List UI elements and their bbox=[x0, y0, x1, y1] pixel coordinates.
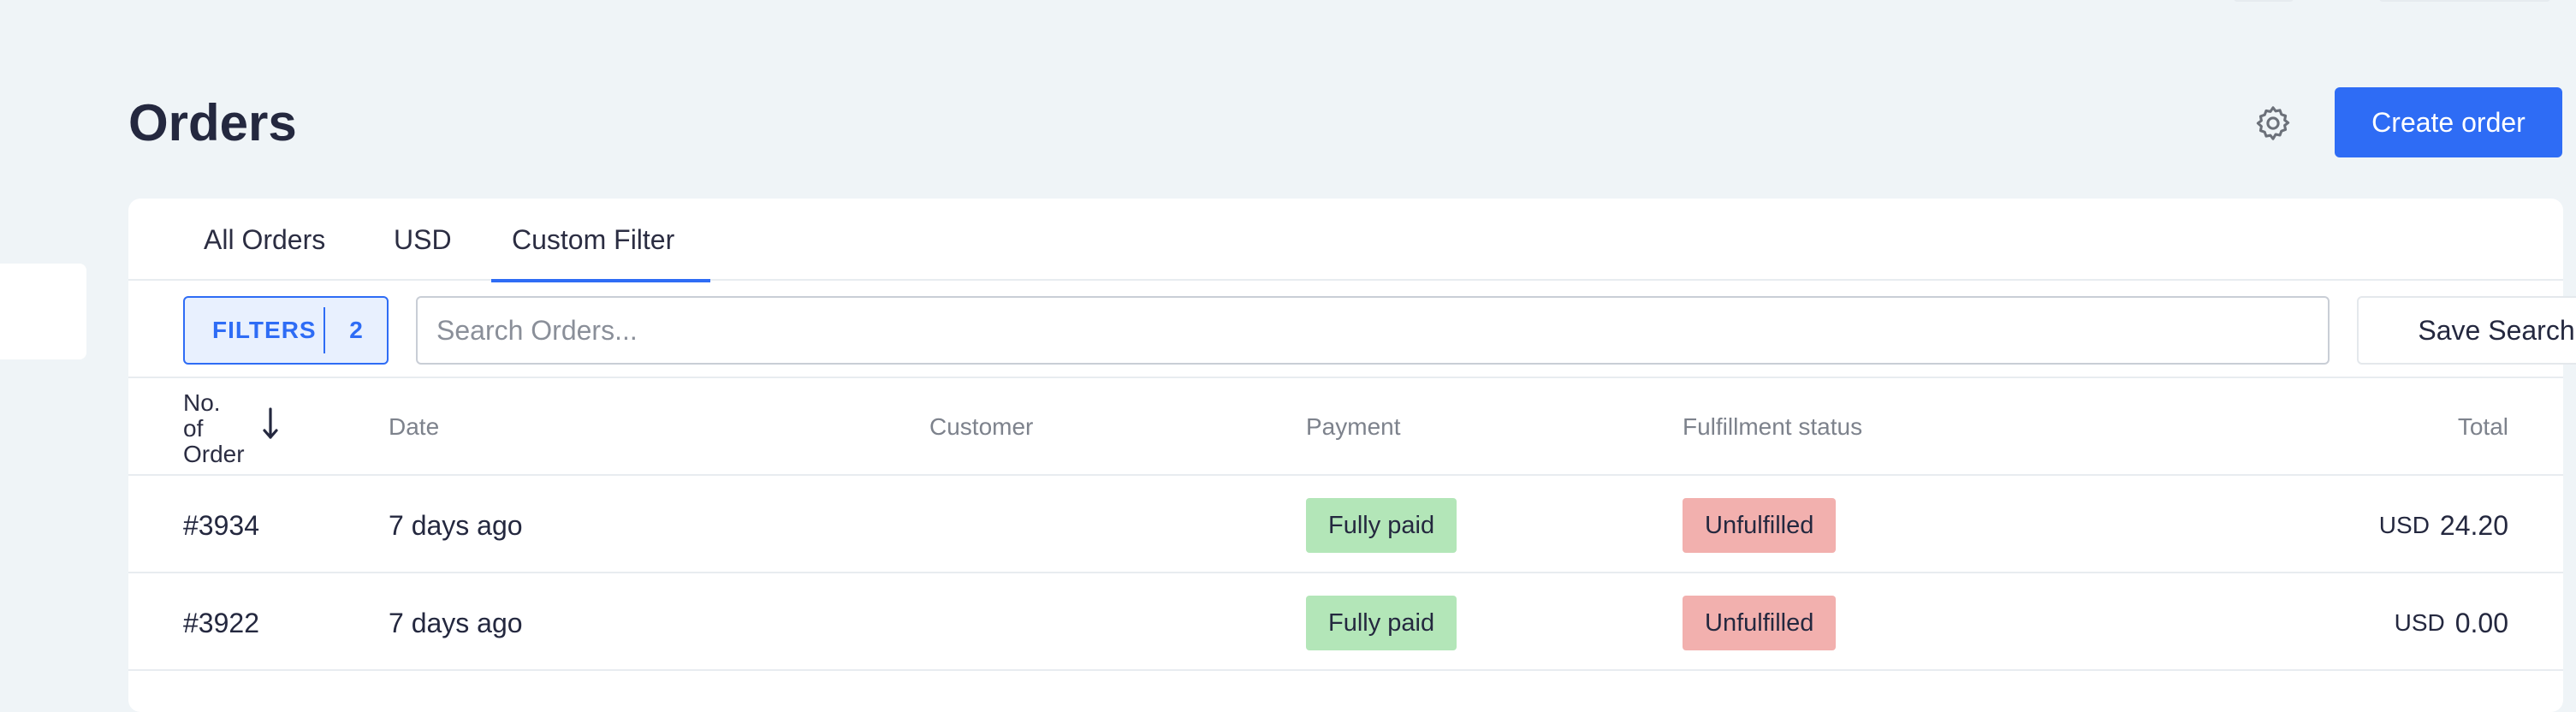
fulfillment-cell: Unfulfilled bbox=[1683, 575, 1837, 671]
column-header-payment: Payment bbox=[1306, 413, 1401, 440]
top-bar-edge bbox=[2379, 0, 2550, 2]
gear-icon bbox=[2256, 106, 2290, 140]
filters-button[interactable]: FILTERS 2 bbox=[183, 296, 389, 365]
orders-card: All Orders USD Custom Filter FILTERS 2 S… bbox=[128, 199, 2576, 712]
payment-cell: Fully paid bbox=[1306, 575, 1457, 671]
table-row[interactable]: #3934 7 days ago Fully paid Unfulfilled … bbox=[128, 478, 2563, 573]
payment-status-badge: Fully paid bbox=[1306, 596, 1457, 650]
currency-code: USD bbox=[2378, 512, 2430, 538]
currency-code: USD bbox=[2394, 609, 2445, 636]
fulfillment-status-badge: Unfulfilled bbox=[1683, 498, 1837, 553]
column-header-date: Date bbox=[389, 413, 440, 440]
tab-usd[interactable]: USD bbox=[394, 222, 452, 281]
column-header-order[interactable]: No. of Order bbox=[183, 390, 260, 467]
arrow-down-icon bbox=[263, 407, 278, 439]
page-title: Orders bbox=[128, 94, 297, 151]
tab-custom-filter[interactable]: Custom Filter bbox=[491, 222, 710, 282]
column-header-total: Total bbox=[2457, 413, 2508, 440]
table-header: No. of Order Date Customer Payment Fulfi… bbox=[128, 378, 2563, 476]
payment-cell: Fully paid bbox=[1306, 478, 1457, 573]
fulfillment-cell: Unfulfilled bbox=[1683, 478, 1837, 573]
order-total: USD 24.20 bbox=[2379, 478, 2508, 573]
payment-status-badge: Fully paid bbox=[1306, 498, 1457, 553]
column-header-order-line: No. bbox=[183, 389, 221, 416]
order-date: 7 days ago bbox=[389, 607, 523, 638]
table-row[interactable]: #3922 7 days ago Fully paid Unfulfilled … bbox=[128, 575, 2563, 671]
sort-toggle[interactable] bbox=[255, 404, 286, 443]
sidebar-panel-edge bbox=[0, 264, 86, 359]
column-header-order-line: Order bbox=[183, 441, 245, 467]
filters-label: FILTERS bbox=[212, 317, 317, 343]
column-header-fulfillment: Fulfillment status bbox=[1683, 413, 1863, 440]
create-order-button[interactable]: Create order bbox=[2335, 87, 2562, 157]
tab-all-orders[interactable]: All Orders bbox=[204, 222, 325, 281]
column-header-customer: Customer bbox=[929, 413, 1034, 440]
settings-button[interactable] bbox=[2249, 99, 2297, 147]
tab-bar: All Orders USD Custom Filter bbox=[128, 199, 2563, 282]
order-date: 7 days ago bbox=[389, 509, 523, 541]
save-search-button[interactable]: Save Search bbox=[2357, 296, 2576, 365]
fulfillment-status-badge: Unfulfilled bbox=[1683, 596, 1837, 650]
total-amount: 0.00 bbox=[2454, 607, 2508, 638]
toolbar: FILTERS 2 Save Search bbox=[128, 282, 2576, 378]
top-bar-edge bbox=[2234, 0, 2294, 2]
filters-count-badge: 2 bbox=[349, 317, 363, 343]
order-number[interactable]: #3934 bbox=[183, 478, 259, 573]
order-total: USD 0.00 bbox=[2395, 575, 2508, 671]
tab-custom-filter-label: Custom Filter bbox=[512, 224, 675, 255]
total-amount: 24.20 bbox=[2439, 509, 2508, 541]
order-number[interactable]: #3922 bbox=[183, 575, 259, 671]
search-input[interactable] bbox=[416, 296, 2330, 365]
column-header-order-line: of bbox=[183, 415, 204, 442]
